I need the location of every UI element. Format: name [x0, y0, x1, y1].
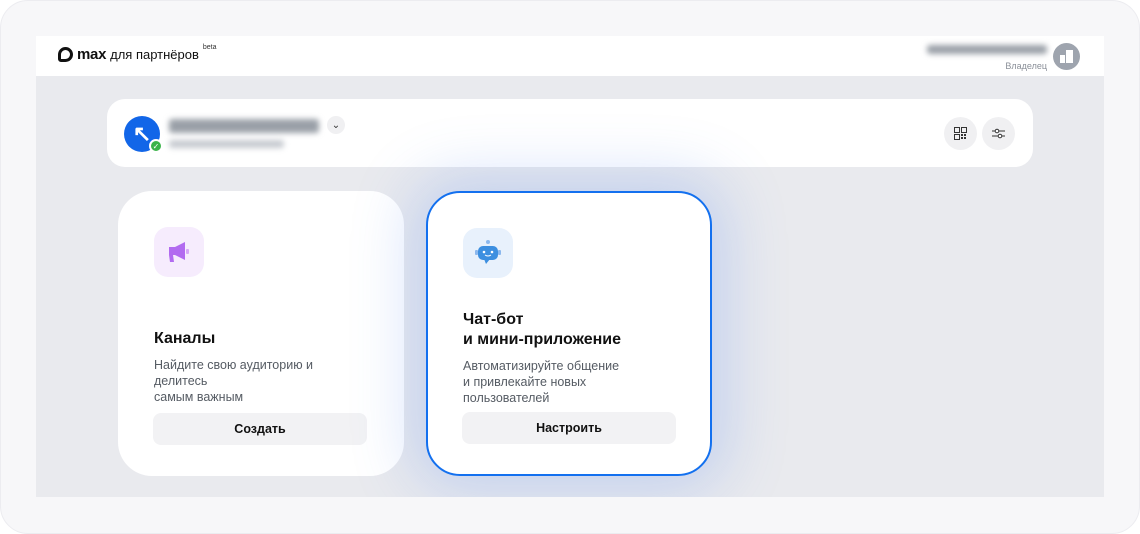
create-button[interactable]: Создать: [153, 413, 367, 445]
avatar[interactable]: [1053, 42, 1080, 70]
max-logo-icon: [58, 47, 73, 62]
card-description: Найдите свою аудиторию и делитесь: [154, 358, 314, 388]
qr-code-icon: [954, 127, 967, 140]
organization-panel: ↖ ✓ ⌄: [107, 99, 1033, 167]
settings-button[interactable]: [982, 117, 1015, 150]
logo[interactable]: max для партнёров beta: [58, 44, 217, 63]
card-title: Каналы: [154, 330, 216, 347]
user-role: Владелец: [1005, 61, 1047, 71]
qr-code-button[interactable]: [944, 117, 977, 150]
card-description: Автоматизируйте общение: [463, 359, 620, 373]
card-title: и мини-приложение: [463, 331, 621, 348]
megaphone-icon: [154, 227, 204, 277]
robot-icon: [463, 228, 513, 278]
sliders-icon: [992, 128, 1005, 139]
logo-subtitle: для партнёров: [110, 47, 199, 62]
organization-subtitle-redacted: [169, 140, 284, 148]
card-title: Чат-бот: [463, 311, 524, 328]
card-description: и привлекайте новых пользователей: [463, 375, 587, 405]
top-bar: max для партнёров beta Владелец: [36, 36, 1104, 76]
building-icon: [1060, 50, 1073, 63]
user-name-redacted: [927, 45, 1047, 54]
configure-button[interactable]: Настроить: [462, 412, 676, 444]
chatbot-card[interactable]: Чат-бот и мини-приложение Автоматизируйт…: [426, 191, 712, 476]
organization-name-redacted: [169, 119, 319, 133]
beta-badge: beta: [202, 44, 217, 51]
channels-card[interactable]: Каналы Найдите свою аудиторию и делитесь…: [118, 191, 404, 476]
card-description: самым важным: [154, 390, 244, 404]
verified-check-icon: ✓: [149, 139, 163, 153]
logo-text: max: [77, 46, 107, 63]
app: max для партнёров beta Владелец ↖ ✓ ⌄ Ка…: [36, 36, 1104, 497]
user-menu[interactable]: Владелец: [927, 41, 1080, 71]
chevron-down-icon[interactable]: ⌄: [327, 116, 345, 134]
